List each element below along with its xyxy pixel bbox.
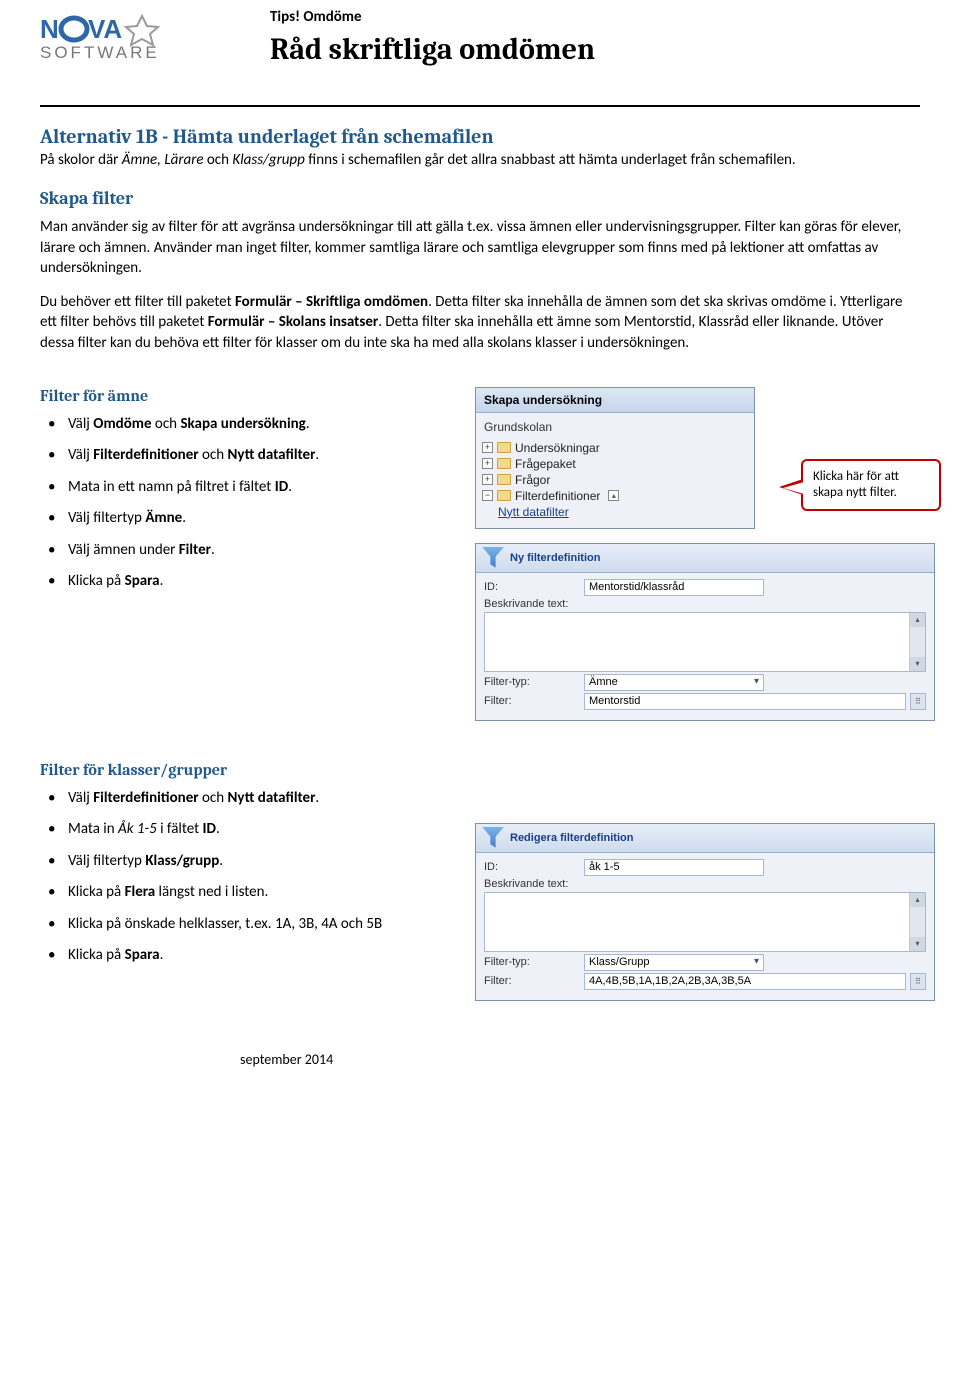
form2-desc-label: Beskrivande text:	[484, 878, 584, 890]
funnel-icon	[482, 827, 504, 849]
page-header: N VA SOFTWARE Tips! Omdöme Råd skriftlig…	[40, 8, 920, 85]
svg-text:SOFTWARE: SOFTWARE	[40, 43, 160, 62]
form2-type-label: Filter-typ:	[484, 956, 584, 968]
tree-top-label: Grundskolan	[482, 417, 748, 440]
form1-type-label: Filter-typ:	[484, 676, 584, 688]
form1-id-label: ID:	[484, 581, 584, 593]
divider	[40, 105, 920, 107]
form1-title: Ny filterdefinition	[510, 552, 600, 564]
tips-label: Tips! Omdöme	[270, 8, 595, 26]
scroll-up-icon[interactable]: ▴	[910, 893, 925, 907]
tree-item-filterdefinitioner[interactable]: − Filterdefinitioner ▴	[482, 488, 748, 504]
form1-id-input[interactable]: Mentorstid/klassråd	[584, 579, 764, 596]
arrow-up-icon[interactable]: ▴	[608, 490, 619, 501]
filter-amne-list: Välj Omdöme och Skapa undersökning. Välj…	[40, 415, 455, 592]
svg-text:VA: VA	[88, 14, 122, 44]
skapa-filter-heading: Skapa filter	[40, 188, 920, 209]
scrollbar[interactable]: ▴ ▾	[909, 613, 925, 671]
tree-item-fragepaket[interactable]: + Frågepaket	[482, 456, 748, 472]
skapa-filter-p1: Man använder sig av filter för att avgrä…	[40, 217, 920, 278]
alt1b-paragraph: På skolor där Ämne, Lärare och Klass/gru…	[40, 150, 920, 170]
form1-filter-label: Filter:	[484, 695, 584, 707]
scrollbar[interactable]: ▴ ▾	[909, 893, 925, 951]
tree-titlebar: Skapa undersökning	[476, 388, 754, 413]
list-item: Klicka på Flera längst ned i listen.	[40, 883, 455, 903]
list-item: Välj Filterdefinitioner och Nytt datafil…	[40, 446, 455, 466]
list-item: Välj filtertyp Klass/grupp.	[40, 852, 455, 872]
plus-icon[interactable]: +	[482, 442, 493, 453]
list-item: Välj filtertyp Ämne.	[40, 509, 455, 529]
list-item: Välj Filterdefinitioner och Nytt datafil…	[40, 789, 455, 809]
list-item: Klicka på Spara.	[40, 946, 455, 966]
callout-tooltip: Klicka här för att skapa nytt filter.	[801, 459, 941, 512]
main-title: Råd skriftliga omdömen	[270, 32, 595, 67]
svg-text:N: N	[40, 14, 59, 44]
folder-icon	[497, 474, 511, 485]
form1-type-dropdown[interactable]: Ämne	[584, 674, 764, 691]
form1-desc-label: Beskrivande text:	[484, 598, 584, 610]
form2-title: Redigera filterdefinition	[510, 832, 633, 844]
section-alt1b-heading: Alternativ 1B - Hämta underlaget från sc…	[40, 125, 920, 148]
tree-item-undersokningar[interactable]: + Undersökningar	[482, 440, 748, 456]
list-item: Välj ämnen under Filter.	[40, 541, 455, 561]
skapa-filter-p2: Du behöver ett filter till paketet Formu…	[40, 292, 920, 353]
list-item: Välj Omdöme och Skapa undersökning.	[40, 415, 455, 435]
tree-item-nytt-datafilter[interactable]: Nytt datafilter	[482, 504, 748, 520]
filter-klasser-list: Välj Filterdefinitioner och Nytt datafil…	[40, 789, 455, 966]
list-item: Klicka på Spara.	[40, 572, 455, 592]
form1-desc-textarea[interactable]: ▴ ▾	[484, 612, 926, 672]
tree-item-fragor[interactable]: + Frågor	[482, 472, 748, 488]
list-item: Klicka på önskade helklasser, t.ex. 1A, …	[40, 915, 455, 935]
plus-icon[interactable]: +	[482, 474, 493, 485]
form2-type-dropdown[interactable]: Klass/Grupp	[584, 954, 764, 971]
funnel-icon	[482, 547, 504, 569]
form2-desc-textarea[interactable]: ▴ ▾	[484, 892, 926, 952]
form2-id-input[interactable]: åk 1-5	[584, 859, 764, 876]
filter-picker-button[interactable]: ⠿	[910, 693, 926, 710]
filter-amne-heading: Filter för ämne	[40, 387, 455, 405]
nova-software-logo: N VA SOFTWARE	[40, 12, 210, 72]
folder-icon	[497, 458, 511, 469]
form2-filter-input[interactable]: 4A,4B,5B,1A,1B,2A,2B,3A,3B,5A	[584, 973, 906, 990]
folder-icon	[497, 442, 511, 453]
form2-id-label: ID:	[484, 861, 584, 873]
scroll-down-icon[interactable]: ▾	[910, 937, 925, 951]
screenshot-tree: Skapa undersökning Grundskolan + Undersö…	[475, 387, 755, 529]
list-item: Mata in Åk 1-5 i fältet ID.	[40, 820, 455, 840]
scroll-down-icon[interactable]: ▾	[910, 657, 925, 671]
list-item: Mata in ett namn på filtret i fältet ID.	[40, 478, 455, 498]
filter-picker-button[interactable]: ⠿	[910, 973, 926, 990]
filter-klasser-heading: Filter för klasser/grupper	[40, 761, 455, 779]
screenshot-redigera-filterdefinition: Redigera filterdefinition ID: åk 1-5 Bes…	[475, 823, 935, 1001]
screenshot-ny-filterdefinition: Ny filterdefinition ID: Mentorstid/klass…	[475, 543, 935, 721]
folder-icon	[497, 490, 511, 501]
scroll-up-icon[interactable]: ▴	[910, 613, 925, 627]
form2-filter-label: Filter:	[484, 975, 584, 987]
minus-icon[interactable]: −	[482, 490, 493, 501]
page-footer-date: september 2014	[40, 1051, 920, 1068]
plus-icon[interactable]: +	[482, 458, 493, 469]
form1-filter-input[interactable]: Mentorstid	[584, 693, 906, 710]
